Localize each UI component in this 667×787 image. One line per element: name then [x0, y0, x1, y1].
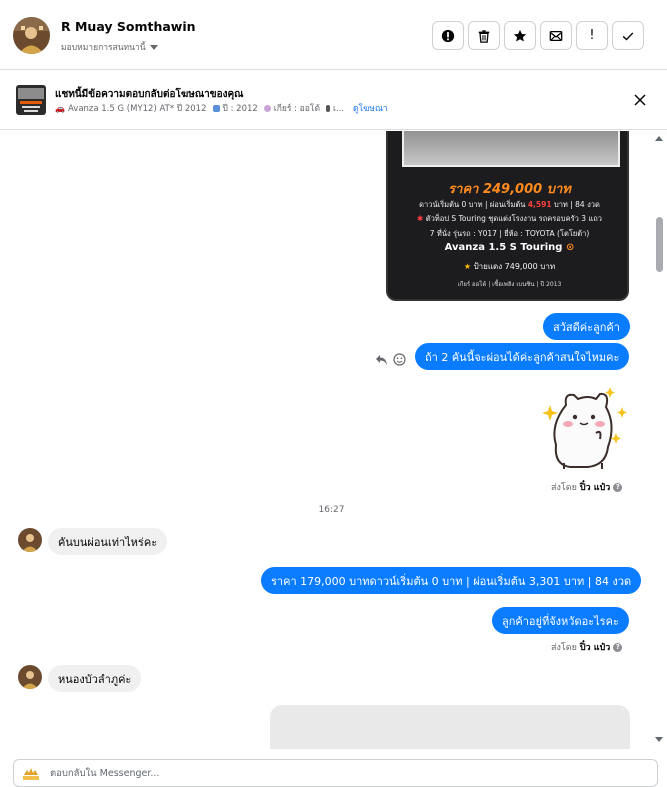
ad-image-message[interactable]: ราคา 249,000 บาท ดาวน์เริ่มต้น 0 บาท | ผ…	[386, 131, 629, 301]
reply-composer	[13, 759, 658, 787]
scrollbar-thumb[interactable]	[656, 217, 663, 272]
hamster-sticker[interactable]	[540, 385, 630, 471]
ad-down-payment: ดาวน์เริ่มต้น 0 บาท | ผ่อนเริ่มต้น 4,591…	[419, 200, 600, 209]
scroll-up-icon[interactable]	[655, 136, 663, 141]
reply-input[interactable]	[50, 763, 640, 783]
check-icon	[622, 31, 634, 40]
contact-avatar[interactable]	[13, 17, 50, 54]
star-button[interactable]	[504, 21, 536, 50]
ad-banner-details: 🚗 Avanza 1.5 G (MY12) AT* ปี 2012 ปี : 2…	[55, 101, 388, 115]
sender-name[interactable]: ปิ๋ว แป๋ว	[580, 480, 610, 494]
page-logo-icon	[22, 766, 40, 780]
delete-button[interactable]	[468, 21, 500, 50]
contact-name[interactable]: R Muay Somthawin	[61, 19, 196, 34]
mark-unread-icon	[549, 30, 563, 41]
ad-model: Avanza 1.5 S Touring ⊙	[444, 242, 575, 253]
message-timestamp: 16:27	[318, 505, 345, 515]
close-icon	[634, 94, 646, 106]
image-message[interactable]	[270, 705, 630, 749]
ad-ellipsis: เ...	[332, 104, 344, 114]
react-emoji-icon[interactable]	[393, 353, 406, 366]
ad-gear: เกียร์ : ออโต้	[273, 104, 320, 114]
exclamation-icon: !	[589, 28, 595, 43]
message-incoming[interactable]: คันบนผ่อนเท่าไหร่คะ	[48, 528, 168, 555]
fuel-icon	[325, 104, 330, 112]
ad-seats-line: 7 ที่นั่ง รุ่นรถ : Y017 | ยี่ห้อ : TOYOT…	[429, 229, 590, 238]
scroll-down-icon[interactable]	[655, 737, 663, 742]
help-icon[interactable]: ?	[613, 642, 623, 652]
contact-avatar-small[interactable]	[18, 528, 42, 552]
chevron-down-icon	[149, 44, 158, 50]
ad-thumbnail[interactable]	[16, 85, 46, 115]
ad-banner-title: แชทนี้มีข้อความตอบกลับต่อโฆษณาของคุณ	[55, 89, 244, 100]
ad-feature-line: ✱ ตัวท็อป S Touring ชุดแต่งโรงงาน รถครอบ…	[417, 214, 602, 223]
ad-plate-price: ★ ป้ายแดง 749,000 บาท	[463, 262, 556, 271]
spam-button[interactable]	[432, 21, 464, 50]
view-ad-link[interactable]: ดูโฆษณา	[353, 101, 388, 115]
sent-by-label: ส่งโดย ปิ๋ว แป๋ว ?	[551, 640, 623, 654]
message-outgoing[interactable]: สวัสดีค่ะลูกค้า	[543, 313, 630, 340]
help-icon[interactable]: ?	[613, 482, 623, 492]
message-outgoing[interactable]: ลูกค้าอยู่ที่จังหวัดอะไรคะ	[492, 607, 629, 634]
conversation-actions: !	[432, 21, 644, 50]
message-thread[interactable]: ราคา 249,000 บาท ดาวน์เริ่มต้น 0 บาท | ผ…	[0, 131, 667, 749]
message-incoming[interactable]: หนองบัวลำภูค่ะ	[48, 665, 142, 692]
message-outgoing[interactable]: ราคา 179,000 บาทดาวน์เริ่มต้น 0 บาท | ผ่…	[261, 567, 642, 594]
conversation-header: R Muay Somthawin มอบหมายการสนทนานี้ !	[0, 0, 667, 70]
ad-car-name: Avanza 1.5 G (MY12) AT* ปี 2012	[67, 104, 207, 114]
assign-conversation-dropdown[interactable]: มอบหมายการสนทนานี้	[61, 40, 158, 54]
close-banner-button[interactable]	[631, 91, 649, 109]
sent-by-label: ส่งโดย ปิ๋ว แป๋ว ?	[551, 480, 623, 494]
assign-label: มอบหมายการสนทนานี้	[61, 43, 146, 53]
chat-scrollbar[interactable]	[654, 131, 664, 749]
message-hover-actions	[375, 353, 406, 366]
calendar-icon	[212, 104, 220, 112]
ad-price: ราคา 249,000 บาท	[448, 182, 571, 197]
star-icon	[513, 29, 527, 42]
message-outgoing[interactable]: ถ้า 2 คันนี้จะผ่อนได้ค่ะลูกค้าสนใจไหมคะ	[415, 343, 630, 370]
reply-icon[interactable]	[375, 354, 388, 366]
mark-done-button[interactable]	[612, 21, 644, 50]
trash-icon	[478, 29, 490, 43]
car-photo	[402, 131, 620, 167]
car-icon: 🚗	[55, 103, 65, 113]
ad-reply-banner: แชทนี้มีข้อความตอบกลับต่อโฆษณาของคุณ 🚗 A…	[0, 70, 667, 130]
follow-up-button[interactable]: !	[576, 21, 608, 50]
ad-year: ปี : 2012	[222, 104, 258, 114]
mark-unread-button[interactable]	[540, 21, 572, 50]
gear-icon	[263, 104, 271, 112]
ad-footer: เกียร์ ออโต้ | เชื้อเพลิง เบนซิน | ปี 20…	[457, 281, 562, 288]
sender-name[interactable]: ปิ๋ว แป๋ว	[580, 640, 610, 654]
alert-circle-icon	[441, 29, 455, 42]
contact-avatar-small[interactable]	[18, 665, 42, 689]
